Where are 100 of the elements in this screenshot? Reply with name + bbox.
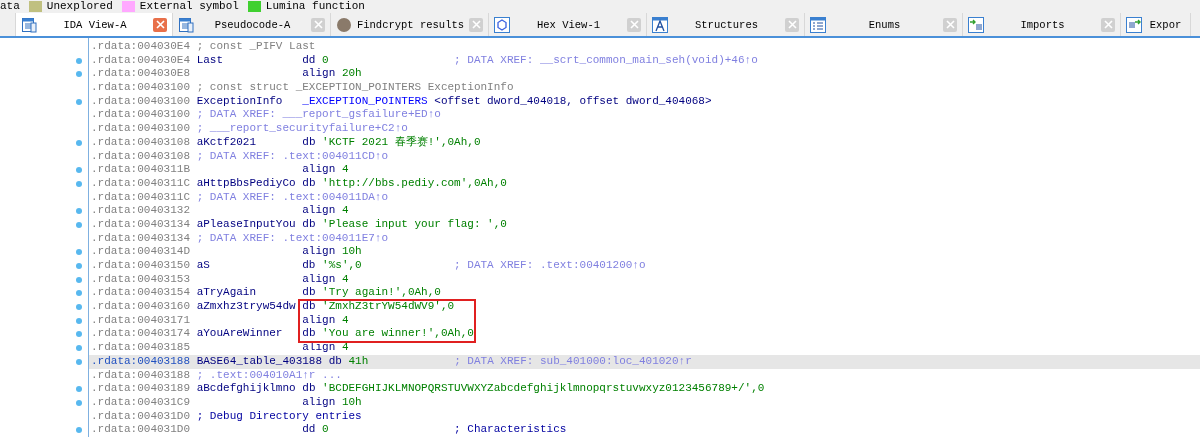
- hexagon-icon: [494, 16, 510, 33]
- comment: ; .text:004010A1↑r ...: [196, 368, 342, 381]
- close-button[interactable]: [311, 17, 325, 32]
- label-name: Last: [196, 53, 224, 66]
- comment: ; DATA XREF: .text:004011E7↑o: [196, 231, 389, 244]
- operand: 'Try again!',0Ah,0: [322, 286, 441, 299]
- mnemonic: align: [302, 313, 336, 326]
- label-name: aHttpBbsPediyCo: [196, 176, 296, 189]
- comment: ; const struct _EXCEPTION_POINTERS ExceptionInfo: [196, 81, 514, 94]
- operand: <offset dword_404018, offset dword_404068>: [434, 94, 712, 107]
- comment: ; ___report_securityfailure+C2↑o: [196, 122, 408, 135]
- mnemonic: align: [302, 245, 336, 258]
- tab[interactable]: Enums: [805, 13, 963, 36]
- export-icon: [1126, 16, 1142, 33]
- operand: 20h: [341, 67, 362, 80]
- letter-a-icon: [652, 16, 668, 33]
- avatar-icon: [336, 16, 352, 33]
- address: .rdata:0040311B: [91, 163, 191, 176]
- operand: 0: [322, 53, 329, 66]
- mnemonic: db: [302, 217, 316, 230]
- mnemonic: db: [302, 382, 316, 395]
- mnemonic: align: [302, 272, 336, 285]
- tab-label: IDA View-A: [62, 18, 128, 31]
- close-button[interactable]: [785, 17, 799, 32]
- close-button[interactable]: [153, 17, 167, 32]
- operand: 'http://bbs.pediy.com',0Ah,0: [322, 176, 507, 189]
- operand: 'ZmxhZ3trYW54dWV9',0: [322, 300, 455, 313]
- label-name: BASE64_table_403188: [196, 354, 323, 367]
- mnemonic: align: [302, 204, 336, 217]
- address: .rdata:0040314D: [91, 245, 191, 258]
- address: .rdata:00403188: [91, 354, 191, 367]
- address: .rdata:00403153: [91, 272, 191, 285]
- close-button[interactable]: [1101, 17, 1115, 32]
- address: .rdata:004030E8: [91, 67, 191, 80]
- tab[interactable]: Structures: [647, 13, 805, 36]
- document-icon: [21, 16, 37, 33]
- legend-label: ata: [0, 0, 20, 13]
- address: .rdata:00403100: [91, 94, 191, 107]
- comment: ; DATA XREF: .text:00401200↑o: [454, 259, 646, 271]
- legend-label: Unexplored: [46, 0, 113, 13]
- list-icon: [810, 16, 826, 33]
- tab[interactable]: Expor: [1121, 13, 1191, 36]
- close-button[interactable]: [627, 17, 641, 32]
- document-icon: [178, 16, 194, 33]
- comment: ; DATA XREF: sub_401000:loc_401020↑r: [454, 354, 692, 367]
- address: .rdata:0040311C: [91, 176, 191, 189]
- address: .rdata:00403189: [91, 382, 191, 395]
- address: .rdata:00403108: [91, 135, 191, 148]
- address: .rdata:00403160: [91, 300, 191, 313]
- address: .rdata:00403108: [91, 149, 191, 162]
- mnemonic: align: [302, 395, 336, 408]
- address: .rdata:004031C9: [91, 395, 191, 408]
- address: .rdata:00403150: [91, 259, 191, 271]
- address: .rdata:00403100: [91, 81, 191, 94]
- mnemonic: dd: [302, 423, 316, 436]
- address: .rdata:00403134: [91, 217, 191, 230]
- operand: 10h: [341, 395, 362, 408]
- comment: ; Characteristics: [454, 423, 567, 436]
- tab-label: Structures: [694, 18, 759, 31]
- tab-label: Enums: [867, 18, 902, 31]
- operand: 10h: [341, 245, 362, 258]
- address: .rdata:00403185: [91, 341, 191, 354]
- close-button[interactable]: [469, 17, 483, 32]
- operand: 'BCDEFGHIJKLMNOPQRSTUVWXYZabcdefghijklmnopqrstuvwxyz0123456789+/',0: [322, 382, 765, 395]
- label-name: aS: [196, 259, 210, 271]
- operand: 4: [341, 313, 349, 326]
- mnemonic: dd: [302, 53, 316, 66]
- mnemonic: align: [302, 163, 336, 176]
- address: .rdata:00403134: [91, 231, 191, 244]
- label-name: aPleaseInputYou: [196, 217, 296, 230]
- label-name: aYouAreWinner: [196, 327, 283, 340]
- tab[interactable]: Imports: [963, 13, 1121, 36]
- label-name: aTryAgain: [196, 286, 257, 299]
- operand: 4: [341, 341, 349, 354]
- mnemonic: align: [302, 67, 336, 80]
- tab[interactable]: Hex View-1: [489, 13, 647, 36]
- address: .rdata:00403154: [91, 286, 191, 299]
- legend-label: Lumina function: [265, 0, 365, 13]
- tab[interactable]: IDA View-A: [15, 13, 173, 36]
- operand: 'KCTF 2021 春季赛!',0Ah,0: [322, 135, 481, 148]
- label-name: aZmxhz3tryw54dw: [196, 300, 296, 313]
- address: .rdata:00403132: [91, 204, 191, 217]
- operand: 41h: [348, 354, 369, 367]
- label-name: aBcdefghijklmno: [196, 382, 296, 395]
- comment: ; DATA XREF: __scrt_common_main_seh(void)+46↑o: [454, 53, 758, 66]
- mnemonic: db: [302, 286, 316, 299]
- address: .rdata:004031D0: [91, 409, 191, 422]
- tab-label: Findcrypt results: [356, 18, 465, 31]
- tab-label: Imports: [1019, 18, 1066, 31]
- operand: 'Please input your flag: ',0: [322, 217, 507, 230]
- tab-label: Expor: [1148, 18, 1183, 31]
- close-button[interactable]: [943, 17, 957, 32]
- address: .rdata:00403100: [91, 122, 191, 135]
- tab[interactable]: Pseudocode-A: [173, 13, 331, 36]
- address: .rdata:00403188: [91, 368, 191, 381]
- legend-label: External symbol: [139, 0, 239, 13]
- operand: '%s',0: [322, 259, 362, 271]
- comment: ; const _PIFV Last: [196, 40, 316, 52]
- tab[interactable]: Findcrypt results: [331, 13, 489, 36]
- address: .rdata:0040311C: [91, 190, 191, 203]
